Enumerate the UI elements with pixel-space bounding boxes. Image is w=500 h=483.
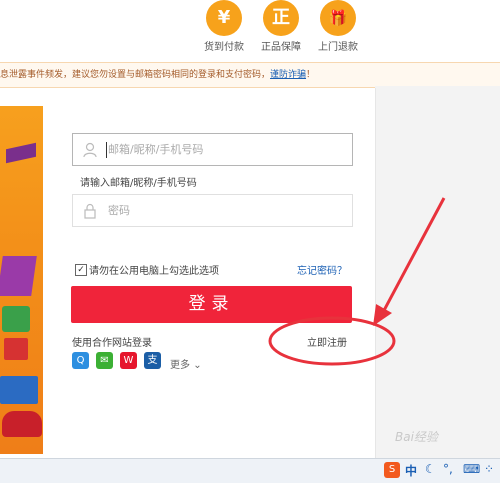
punctuation-icon[interactable]: °, [443, 462, 453, 476]
ime-mode-label[interactable]: 中 [405, 462, 417, 479]
settings-icon[interactable]: ⁘ [484, 462, 494, 476]
watermark: Bai经验 [395, 430, 438, 444]
moon-icon[interactable]: ☾ [425, 462, 436, 476]
keyboard-icon[interactable]: ⌨ [463, 462, 480, 476]
annotation-arrow [373, 197, 446, 326]
ime-logo-icon[interactable]: S [384, 462, 400, 478]
annotation-ellipse [268, 316, 396, 366]
annotation-overlay [268, 197, 446, 366]
